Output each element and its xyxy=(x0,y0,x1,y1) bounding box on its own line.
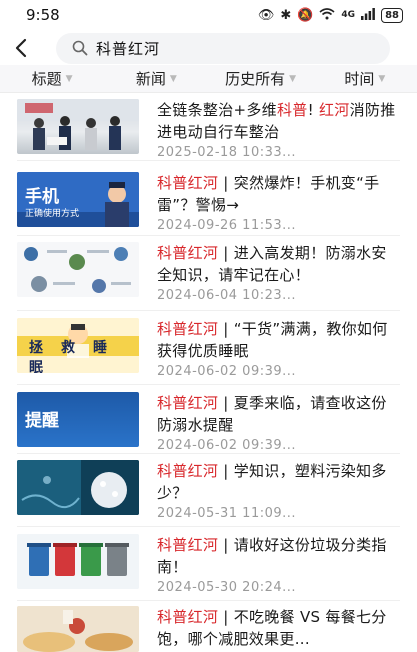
title-text: 全链条整治+多维 xyxy=(157,101,277,119)
filter-label: 历史所有 xyxy=(225,70,286,88)
news-thumbnail: 拯救睡眠 xyxy=(17,318,139,373)
news-thumbnail xyxy=(17,534,139,589)
search-row: 科普红河 xyxy=(0,31,417,65)
news-info: 科普红河 | 突然爆炸！手机变“手雷”？警惕→ 2024-09-26 11:53… xyxy=(157,172,401,233)
news-thumbnail xyxy=(17,460,139,515)
signal-label: 4G xyxy=(341,10,356,20)
divider xyxy=(17,235,400,236)
filter-label: 新闻 xyxy=(135,70,166,88)
battery-icon: 88 xyxy=(381,7,403,23)
thumb-text: 手机 xyxy=(25,187,59,207)
news-title: 科普红河 | 学知识，塑料污染知多少？ xyxy=(157,460,401,504)
news-date: 2024-06-02 09:39... xyxy=(157,438,297,453)
caret-down-icon: ▼ xyxy=(169,73,177,84)
title-highlight: 科普红河 xyxy=(157,536,219,554)
title-highlight: 科普红河 xyxy=(157,320,219,338)
news-info: 全链条整治+多维科普! 红河消防推进电动自行车整治 2025-02-18 10:… xyxy=(157,99,401,160)
filter-news[interactable]: 新闻 ▼ xyxy=(104,68,208,89)
title-highlight: 科普红河 xyxy=(157,608,219,626)
news-info: 科普红河 | “干货”满满，教你如何获得优质睡眠 2024-06-02 09:3… xyxy=(157,318,401,379)
filter-bar: 标题 ▼ 新闻 ▼ 历史所有 ▼ 时间 ▼ xyxy=(0,65,417,93)
caret-down-icon: ▼ xyxy=(378,73,386,84)
news-info: 科普红河 | 不吃晚餐 VS 每餐七分饱，哪个减肥效果更... xyxy=(157,606,401,650)
news-item[interactable]: 科普红河 | 请收好这份垃圾分类指南！ 2024-05-30 20:24... xyxy=(0,534,417,598)
divider xyxy=(17,453,400,454)
search-input[interactable]: 科普红河 xyxy=(56,32,390,64)
status-bar: 9:58 👁 ✱ 🔕 4G 88 xyxy=(0,0,417,30)
news-date: 2024-06-02 09:39... xyxy=(157,364,297,379)
news-title: 科普红河 | “干货”满满，教你如何获得优质睡眠 xyxy=(157,318,401,362)
news-date: 2024-09-26 11:53... xyxy=(157,218,297,233)
news-item[interactable]: 科普红河 | 进入高发期！防溺水安全知识，请牢记在心！ 2024-06-04 1… xyxy=(0,242,417,306)
mute-icon: 🔕 xyxy=(297,7,314,23)
signal-icon xyxy=(361,7,375,23)
news-item[interactable]: 科普红河 | 不吃晚餐 VS 每餐七分饱，哪个减肥效果更... xyxy=(0,606,417,652)
news-thumbnail xyxy=(17,606,139,652)
news-info: 科普红河 | 进入高发期！防溺水安全知识，请牢记在心！ 2024-06-04 1… xyxy=(157,242,401,303)
wifi-icon xyxy=(319,7,335,23)
news-title: 科普红河 | 请收好这份垃圾分类指南！ xyxy=(157,534,401,578)
news-thumbnail xyxy=(17,242,139,297)
title-highlight: 科普红河 xyxy=(157,244,219,262)
caret-down-icon: ▼ xyxy=(289,73,297,84)
divider xyxy=(17,160,400,161)
thumb-text: 拯救睡眠 xyxy=(29,340,125,373)
filter-history[interactable]: 历史所有 ▼ xyxy=(209,68,313,89)
eye-icon: 👁 xyxy=(257,7,275,23)
title-highlight: 科普红河 xyxy=(157,174,219,192)
news-item[interactable]: 全链条整治+多维科普! 红河消防推进电动自行车整治 2025-02-18 10:… xyxy=(0,99,417,163)
search-query: 科普红河 xyxy=(96,39,161,58)
title-highlight: 科普红河 xyxy=(157,394,219,412)
filter-title[interactable]: 标题 ▼ xyxy=(0,68,104,89)
news-thumbnail: 提醒 xyxy=(17,392,139,447)
filter-time[interactable]: 时间 ▼ xyxy=(313,68,417,89)
news-title: 科普红河 | 不吃晚餐 VS 每餐七分饱，哪个减肥效果更... xyxy=(157,606,401,650)
news-title: 全链条整治+多维科普! 红河消防推进电动自行车整治 xyxy=(157,99,401,143)
caret-down-icon: ▼ xyxy=(65,73,73,84)
news-info: 科普红河 | 请收好这份垃圾分类指南！ 2024-05-30 20:24... xyxy=(157,534,401,595)
thumb-text: 提醒 xyxy=(25,411,59,431)
divider xyxy=(17,384,400,385)
back-arrow-icon xyxy=(15,38,27,58)
news-title: 科普红河 | 夏季来临，请查收这份防溺水提醒 xyxy=(157,392,401,436)
news-thumbnail: 手机 正确使用方式 xyxy=(17,172,139,227)
news-item[interactable]: 手机 正确使用方式 科普红河 | 突然爆炸！手机变“手雷”？警惕→ 2024-0… xyxy=(0,172,417,236)
news-date: 2024-06-04 10:23... xyxy=(157,288,297,303)
news-title: 科普红河 | 突然爆炸！手机变“手雷”？警惕→ xyxy=(157,172,401,216)
divider xyxy=(17,526,400,527)
news-item[interactable]: 提醒 科普红河 | 夏季来临，请查收这份防溺水提醒 2024-06-02 09:… xyxy=(0,392,417,456)
filter-label: 时间 xyxy=(344,70,375,88)
news-title: 科普红河 | 进入高发期！防溺水安全知识，请牢记在心！ xyxy=(157,242,401,286)
title-highlight: 红河 xyxy=(318,101,350,119)
filter-label: 标题 xyxy=(31,70,62,88)
title-highlight: 科普红河 xyxy=(157,462,219,480)
news-date: 2024-05-30 20:24... xyxy=(157,580,297,595)
news-date: 2024-05-31 11:09... xyxy=(157,506,297,521)
bluetooth-icon: ✱ xyxy=(280,7,292,23)
news-info: 科普红河 | 学知识，塑料污染知多少？ 2024-05-31 11:09... xyxy=(157,460,401,521)
divider xyxy=(17,600,400,601)
news-date: 2025-02-18 10:33... xyxy=(157,145,297,160)
news-item[interactable]: 拯救睡眠 科普红河 | “干货”满满，教你如何获得优质睡眠 2024-06-02… xyxy=(0,318,417,382)
title-highlight: 科普 xyxy=(276,101,308,119)
divider xyxy=(17,310,400,311)
news-info: 科普红河 | 夏季来临，请查收这份防溺水提醒 2024-06-02 09:39.… xyxy=(157,392,401,453)
thumb-subtext: 正确使用方式 xyxy=(25,209,80,219)
search-icon xyxy=(72,40,88,56)
title-text: ! xyxy=(307,101,319,119)
status-icons: 👁 ✱ 🔕 4G 88 xyxy=(257,7,403,23)
back-button[interactable] xyxy=(10,34,32,62)
status-time: 9:58 xyxy=(26,6,60,24)
news-thumbnail xyxy=(17,99,139,154)
news-item[interactable]: 科普红河 | 学知识，塑料污染知多少？ 2024-05-31 11:09... xyxy=(0,460,417,524)
